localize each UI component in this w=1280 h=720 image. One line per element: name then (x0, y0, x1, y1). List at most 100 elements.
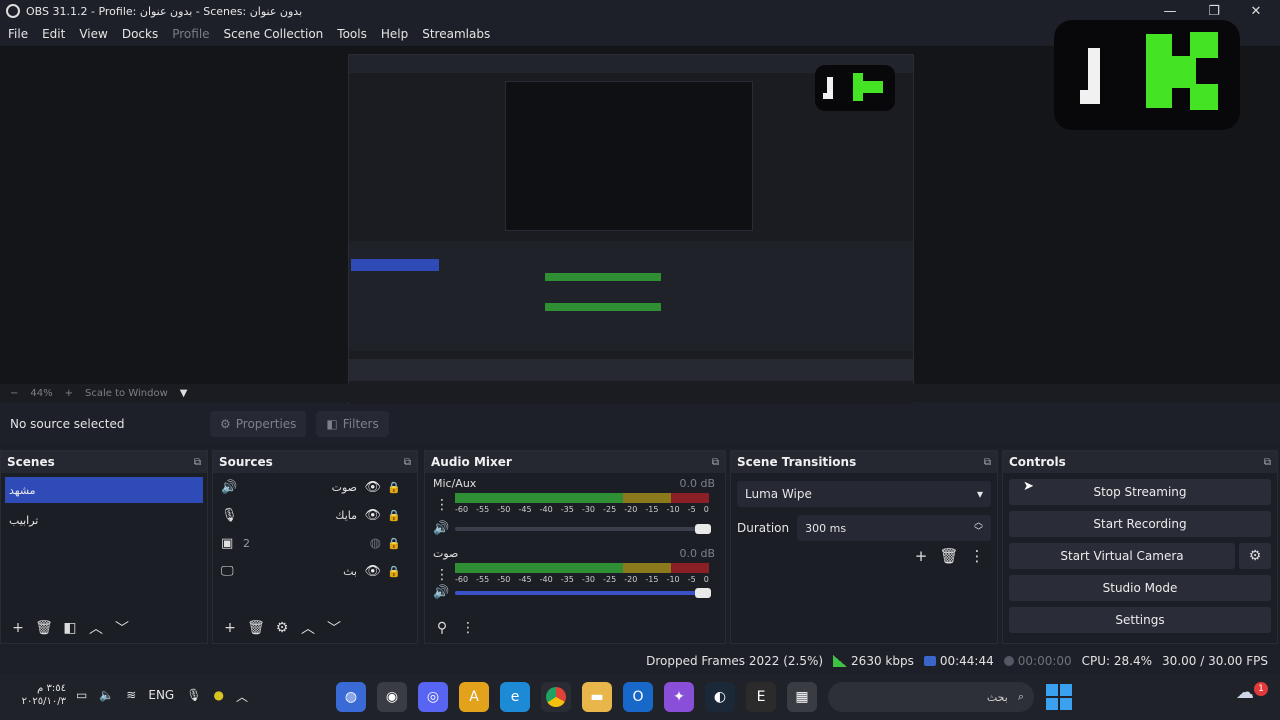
obs-icon[interactable]: ◉ (377, 682, 407, 712)
app-icon[interactable]: ▦ (787, 682, 817, 712)
undock-icon[interactable]: ⧉ (194, 457, 201, 468)
edge-icon[interactable]: e (500, 682, 530, 712)
eye-icon[interactable]: 👁 (364, 564, 381, 579)
menu-streamlabs[interactable]: Streamlabs (422, 27, 490, 41)
system-tray: ▭ 🔈 ≋ ENG 🎙 ● ︿ (76, 688, 260, 705)
eye-hidden-icon[interactable]: ◍ (370, 536, 381, 551)
scale-mode[interactable]: Scale to Window (85, 388, 168, 399)
steam-icon[interactable]: ◐ (705, 682, 735, 712)
chrome-icon[interactable] (541, 682, 571, 712)
zoom-in-icon[interactable]: + (65, 388, 73, 399)
wifi-icon[interactable]: ≋ (126, 688, 136, 705)
menu-file[interactable]: File (8, 27, 28, 41)
clock[interactable]: ٣:٥٤ م ٢٠٢٥/١٠/٣ (10, 682, 66, 708)
eye-icon[interactable]: 👁 (364, 508, 381, 523)
filters-button[interactable]: ◧ Filters (316, 411, 389, 437)
nested-meter-2 (545, 303, 661, 311)
menu-help[interactable]: Help (381, 27, 408, 41)
preview-canvas[interactable] (0, 20, 1280, 422)
add-icon[interactable]: + (217, 620, 243, 636)
add-icon[interactable]: + (907, 547, 935, 565)
stop-streaming-button[interactable]: Stop Streaming (1009, 479, 1271, 505)
menu-scene-collection[interactable]: Scene Collection (224, 27, 324, 41)
maximize-button[interactable]: ❐ (1194, 0, 1234, 22)
spinner-icon[interactable]: ︿ ﹀ (974, 519, 983, 537)
meter-ticks: -60 -55 -50 -45 -40 -35 -30 -25 -20 -15 -10 -5 0 (455, 505, 709, 514)
gear-icon: ⚙ (220, 417, 231, 431)
tray-app-icon[interactable]: ● (213, 688, 223, 705)
windows-start-icon[interactable] (1046, 684, 1072, 710)
speaker-icon[interactable]: 🔊 (433, 585, 449, 600)
add-icon[interactable]: + (5, 620, 31, 636)
source-row[interactable]: 🎙 مايك 👁 🔒 (213, 501, 417, 529)
app-icon[interactable]: A (459, 682, 489, 712)
gear-icon[interactable]: ⚙ (269, 620, 295, 636)
eye-icon[interactable]: 👁 (364, 480, 381, 495)
settings-button[interactable]: Settings (1009, 607, 1271, 633)
lock-icon[interactable]: 🔒 (387, 481, 401, 494)
speaker-icon[interactable]: 🔊 (433, 521, 449, 536)
channel-db: 0.0 dB (679, 547, 715, 560)
menu-docks[interactable]: Docks (122, 27, 158, 41)
filters-label: Filters (342, 417, 379, 431)
weather-icon[interactable]: ☁ 1 (1236, 682, 1268, 712)
undock-icon[interactable]: ⧉ (404, 457, 411, 468)
properties-button[interactable]: ⚙ Properties (210, 411, 307, 437)
move-down-icon[interactable]: ﹀ (109, 618, 135, 638)
scale-dropdown-icon[interactable]: ▼ (180, 388, 188, 399)
source-row[interactable]: 🖵 بث 👁 🔒 (213, 557, 417, 585)
source-row[interactable]: ▣ 2 ◍ 🔒 (213, 529, 417, 557)
mic-tray-icon[interactable]: 🎙 (186, 688, 201, 705)
more-options-icon[interactable]: ⋮ (435, 497, 449, 513)
language-indicator[interactable]: ENG (148, 688, 174, 705)
trash-icon[interactable]: 🗑 (935, 547, 963, 565)
trash-icon[interactable]: 🗑 (243, 620, 269, 636)
minimize-button[interactable]: — (1150, 0, 1190, 22)
gear-icon[interactable]: ⚙ (1239, 543, 1271, 569)
chevron-up-icon[interactable]: ︿ (236, 688, 248, 705)
scene-item[interactable]: ترابيب (5, 507, 203, 533)
close-button[interactable]: ✕ (1236, 0, 1276, 22)
more-options-icon[interactable]: ⋮ (455, 620, 481, 636)
copilot-icon[interactable]: ✦ (664, 682, 694, 712)
more-options-icon[interactable]: ⋮ (435, 567, 449, 583)
stream-icon (923, 656, 936, 666)
start-recording-button[interactable]: Start Recording (1009, 511, 1271, 537)
volume-slider[interactable] (455, 588, 711, 598)
lock-icon[interactable]: 🔒 (387, 509, 401, 522)
studio-mode-button[interactable]: Studio Mode (1009, 575, 1271, 601)
undock-icon[interactable]: ⧉ (1264, 457, 1271, 468)
fps-counter: 30.00 / 30.00 FPS (1162, 654, 1268, 668)
move-down-icon[interactable]: ﹀ (321, 618, 347, 638)
lock-icon[interactable]: 🔒 (387, 537, 401, 550)
more-options-icon[interactable]: ⋮ (963, 547, 991, 565)
transition-select[interactable]: Luma Wipe ▾ (737, 481, 991, 507)
trash-icon[interactable]: 🗑 (31, 620, 57, 636)
undock-icon[interactable]: ⧉ (984, 457, 991, 468)
outlook-icon[interactable]: O (623, 682, 653, 712)
battery-icon[interactable]: ▭ (76, 688, 87, 705)
filter-icon[interactable]: ◧ (57, 620, 83, 636)
scene-item[interactable]: مشهد (5, 477, 203, 503)
menu-edit[interactable]: Edit (42, 27, 65, 41)
start-virtual-camera-button[interactable]: Start Virtual Camera (1009, 543, 1235, 569)
advanced-audio-icon[interactable]: ⚲ (429, 620, 455, 636)
volume-slider[interactable] (455, 524, 711, 534)
volume-icon[interactable]: 🔈 (99, 688, 114, 705)
discord-icon[interactable]: ◎ (418, 682, 448, 712)
scenes-toolbar: + 🗑 ◧ ︿ ﹀ (1, 617, 135, 639)
app-icon[interactable]: ◍ (336, 682, 366, 712)
zoom-out-icon[interactable]: − (10, 388, 18, 399)
folder-icon[interactable]: ▬ (582, 682, 612, 712)
epic-games-icon[interactable]: E (746, 682, 776, 712)
source-row[interactable]: 🔊 صوت 👁 🔒 (213, 473, 417, 501)
menu-tools[interactable]: Tools (337, 27, 367, 41)
lock-icon[interactable]: 🔒 (387, 565, 401, 578)
undock-icon[interactable]: ⧉ (712, 457, 719, 468)
menu-view[interactable]: View (79, 27, 107, 41)
move-up-icon[interactable]: ︿ (295, 618, 321, 638)
search-box[interactable]: بحث ⌕ (828, 682, 1034, 712)
move-up-icon[interactable]: ︿ (83, 618, 109, 638)
duration-input[interactable]: 300 ms ︿ ﹀ (797, 515, 991, 541)
menu-profile[interactable]: Profile (172, 27, 209, 41)
